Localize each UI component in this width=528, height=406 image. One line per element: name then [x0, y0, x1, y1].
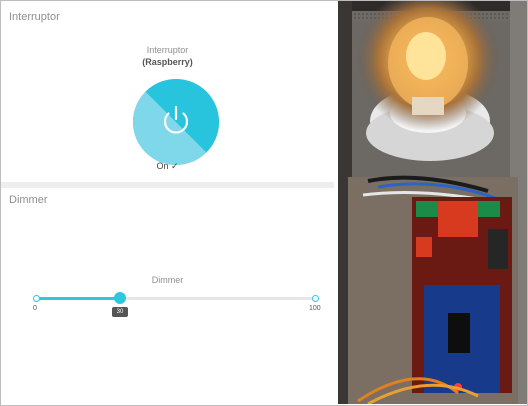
dimmer-slider-thumb[interactable]	[114, 292, 126, 304]
dimmer-panel-title: Dimmer	[9, 194, 48, 206]
hardware-photo	[338, 1, 527, 404]
dimmer-slider[interactable]	[33, 292, 319, 304]
dimmer-widget-label: Dimmer	[151, 275, 184, 285]
interruptor-widget-label: Interruptor	[146, 45, 189, 55]
dimmer-slider-max-marker	[312, 295, 319, 302]
panel-divider	[1, 182, 334, 188]
power-state-text: On ✓	[156, 161, 179, 171]
interruptor-panel-title: Interruptor	[9, 11, 60, 23]
power-toggle-button[interactable]	[133, 79, 219, 165]
dimmer-slider-fill	[36, 297, 120, 300]
interruptor-widget-subtitle: (Raspberry)	[142, 57, 193, 67]
dimmer-value-badge: 30	[112, 307, 128, 317]
dashboard: Interruptor Interruptor (Raspberry) On ✓…	[1, 1, 334, 404]
dimmer-min-label: 0	[33, 305, 37, 312]
dimmer-max-label: 100	[309, 305, 321, 312]
dimmer-slider-min-marker	[33, 295, 40, 302]
